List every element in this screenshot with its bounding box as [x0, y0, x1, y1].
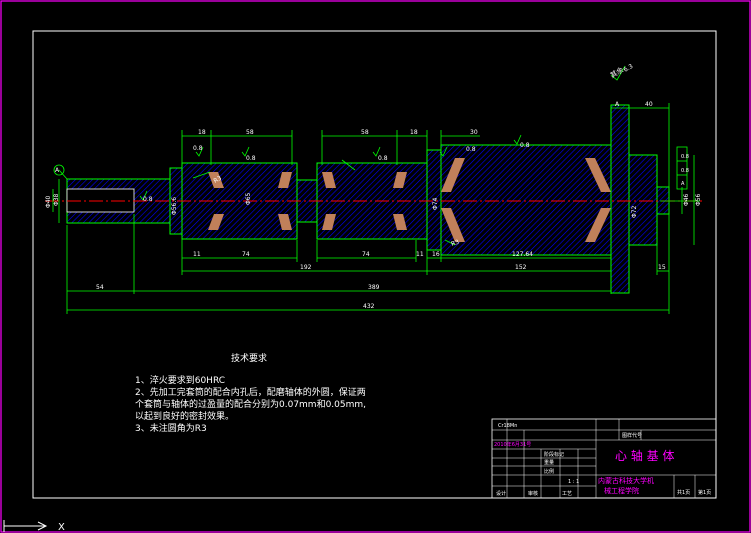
roughness-value: 6.3: [623, 63, 635, 74]
dim-bot-1: 11: [193, 251, 201, 258]
dia-left-1: Φ40: [45, 195, 52, 208]
dim-bot-7: 15: [658, 264, 666, 271]
tb-weight: 重量: [544, 459, 554, 466]
rough-2: 0.8: [246, 155, 256, 162]
dim-long-3: 54: [96, 284, 104, 291]
tb-sheet-total: 共1页: [677, 489, 690, 496]
dia-mid-3: Φ74: [432, 197, 439, 210]
dim-top-6: 40: [645, 101, 653, 108]
note-item-2: 2、先加工完套筒的配合内孔后，配磨轴体的外圆，保证两: [135, 388, 366, 398]
dim-top-1: 18: [198, 129, 206, 136]
notes-list: 1、淬火要求到60HRC 2、先加工完套筒的配合内孔后，配磨轴体的外圆，保证两 …: [135, 375, 366, 435]
rough-5: 0.8: [143, 196, 153, 203]
tb-craft: 工艺: [562, 491, 572, 497]
right-box-3: A: [681, 181, 685, 187]
dia-mid-1: Φ56.6: [171, 197, 178, 215]
tb-school: 内蒙古科技大学机: [598, 476, 654, 485]
tb-part-name: 心 轴 基 体: [615, 448, 674, 463]
dia-right-1: Φ46: [683, 193, 690, 206]
dim-top-5: 30: [470, 129, 478, 136]
tb-ratio: 比例: [544, 468, 554, 475]
title-block: Cr18Mn 图样代号 2010年6月31号 阶段标记 重量 比例 1 : 1 …: [491, 418, 717, 499]
dim-top-3: 58: [361, 129, 369, 136]
rough-3: 0.8: [378, 155, 388, 162]
shaft-drawing-canvas[interactable]: 18 58 58 18 30 40 A 0.8 0.8 0.8 0.8 0.8 …: [0, 0, 751, 533]
tb-approve: 审核: [528, 490, 538, 497]
tb-material: Cr18Mn: [498, 423, 517, 429]
ucs-icon: [3, 520, 48, 532]
note-item-5: 3、未注圆角为R3: [135, 424, 207, 434]
ucs-x-label: X: [58, 522, 65, 533]
dia-right-small: Φ72: [631, 205, 638, 218]
dim-long-5: 432: [363, 303, 375, 310]
dim-long-2: 152: [515, 264, 527, 271]
dim-bot-4: 11: [416, 251, 424, 258]
rough-4: 0.8: [520, 142, 530, 149]
tb-dept: 械工程学院: [604, 486, 639, 495]
note-item-3: 个套筒与轴体的过盈量的配合分别为0.07mm和0.05mm,: [135, 400, 367, 410]
dim-long-1: 192: [300, 264, 312, 271]
dim-bot-3: 74: [362, 251, 370, 258]
dim-top-2: 58: [246, 129, 254, 136]
note-item-1: 1、淬火要求到60HRC: [135, 376, 226, 386]
tb-scale: 1 : 1: [568, 479, 579, 485]
dia-right-2: Φ56: [695, 193, 702, 206]
dim-top-4: 18: [410, 129, 418, 136]
cad-viewport[interactable]: 18 58 58 18 30 40 A 0.8 0.8 0.8 0.8 0.8 …: [0, 0, 751, 533]
tb-sheet-no: 第1页: [698, 489, 711, 496]
rough-1: 0.8: [193, 145, 203, 152]
dia-mid-2: Φ65: [245, 192, 252, 205]
right-box-1: 0.8: [681, 154, 689, 160]
notes-title: 技术要求: [231, 354, 268, 364]
dia-left-2: Φ38: [53, 193, 60, 206]
right-box-2: 0.8: [681, 168, 689, 174]
rough-6: 0.8: [466, 146, 476, 153]
dim-bot-6: 127.64: [512, 251, 533, 258]
dim-bot-5: 16: [432, 251, 440, 258]
tb-designer: 设计: [496, 490, 506, 497]
dim-bot-2: 74: [242, 251, 250, 258]
tb-date: 2010年6月31号: [494, 441, 531, 448]
tb-code: 图样代号: [622, 432, 642, 439]
note-item-4: 以起到良好的密封效果。: [135, 412, 235, 422]
tb-stage: 阶段标记: [544, 451, 564, 458]
dim-long-4: 389: [368, 284, 380, 291]
